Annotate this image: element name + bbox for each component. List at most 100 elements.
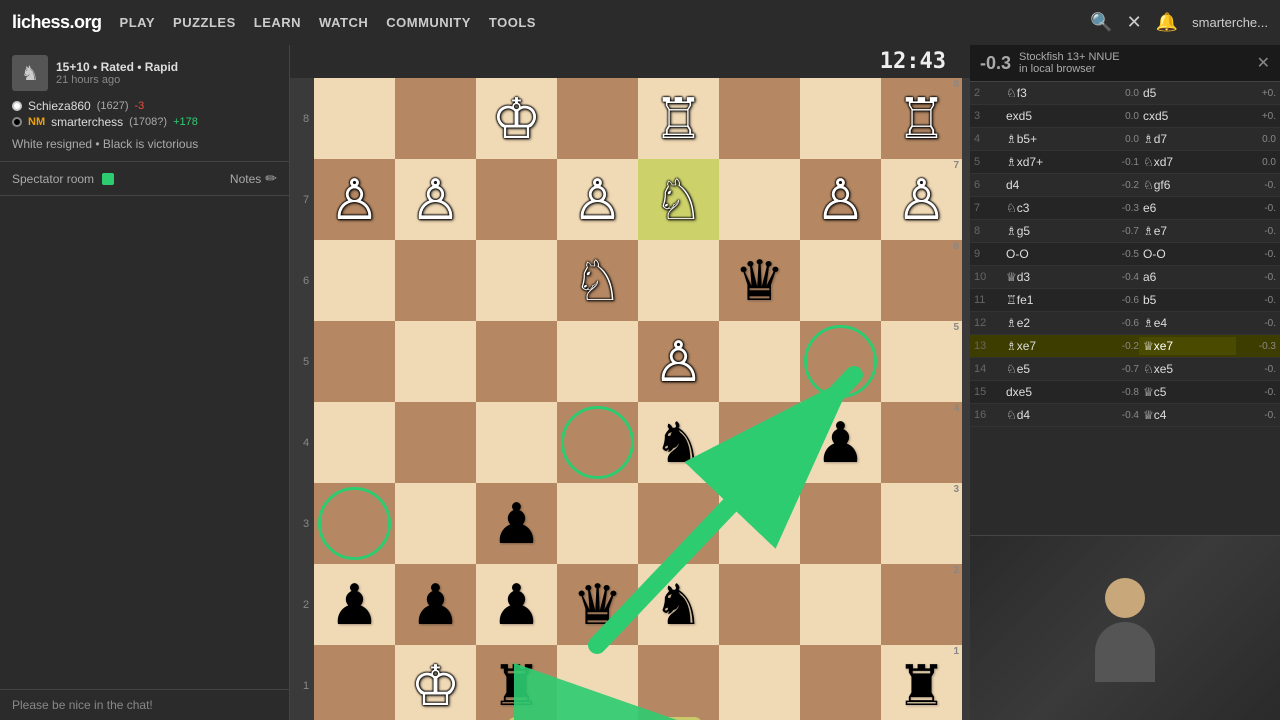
board-cell[interactable]: 1♜: [881, 645, 962, 720]
white-move[interactable]: ♗e2: [1002, 314, 1099, 332]
board-cell[interactable]: ♜: [476, 645, 557, 720]
board-cell[interactable]: [395, 402, 476, 483]
white-move[interactable]: ♕d3: [1002, 268, 1099, 286]
board-cell[interactable]: ♛: [719, 240, 800, 321]
board-cell[interactable]: [314, 321, 395, 402]
board-cell[interactable]: 7♙: [881, 159, 962, 240]
white-move[interactable]: ♖fe1: [1002, 291, 1099, 309]
black-move[interactable]: e6: [1139, 199, 1236, 217]
close-icon[interactable]: ✕: [1127, 12, 1142, 33]
white-move[interactable]: ♗xd7+: [1002, 153, 1099, 171]
board-cell[interactable]: [476, 240, 557, 321]
board-cell[interactable]: ♟: [476, 564, 557, 645]
board-cell[interactable]: [314, 402, 395, 483]
engine-close-button[interactable]: ✕: [1257, 53, 1270, 73]
board-cell[interactable]: [800, 483, 881, 564]
board-cell[interactable]: ♘: [557, 240, 638, 321]
board-cell[interactable]: ♔: [476, 78, 557, 159]
board-cell[interactable]: [314, 645, 395, 720]
board-cell[interactable]: ♙: [800, 159, 881, 240]
board-cell[interactable]: [557, 78, 638, 159]
white-move[interactable]: ♗b5+: [1002, 130, 1099, 148]
search-icon[interactable]: 🔍: [1090, 12, 1112, 33]
black-move[interactable]: cxd5: [1139, 107, 1236, 125]
board-cell[interactable]: ♙: [314, 159, 395, 240]
black-move[interactable]: ♘gf6: [1139, 176, 1236, 194]
board-cell[interactable]: ♙: [557, 159, 638, 240]
board-cell[interactable]: [395, 240, 476, 321]
black-move[interactable]: ♗e7: [1139, 222, 1236, 240]
player-black-name[interactable]: smarterchess: [51, 115, 123, 129]
chess-board[interactable]: ♔♖8♖♙♙♙♘♙7♙♘♛6♙5♞♟4♟3♟♟♟♛♞2♔♜1♜: [314, 78, 962, 720]
black-move[interactable]: ♕c4: [1139, 406, 1236, 424]
board-cell[interactable]: ♟: [395, 564, 476, 645]
black-move[interactable]: ♘xe5: [1139, 360, 1236, 378]
nav-play[interactable]: PLAY: [120, 15, 155, 30]
black-move[interactable]: ♕xe7: [1139, 337, 1236, 355]
black-move[interactable]: ♗d7: [1139, 130, 1236, 148]
board-cell[interactable]: [800, 321, 881, 402]
board-cell[interactable]: ♞: [638, 564, 719, 645]
white-move[interactable]: exd5: [1002, 107, 1099, 125]
board-cell[interactable]: [719, 483, 800, 564]
board-cell[interactable]: ♟: [800, 402, 881, 483]
board-cell[interactable]: [314, 240, 395, 321]
board-cell[interactable]: [719, 645, 800, 720]
board-cell[interactable]: [395, 483, 476, 564]
board-cell[interactable]: [719, 321, 800, 402]
board-cell[interactable]: ♟: [476, 483, 557, 564]
board-cell[interactable]: [800, 240, 881, 321]
board-cell[interactable]: [476, 402, 557, 483]
board-cell[interactable]: ♔: [395, 645, 476, 720]
board-cell[interactable]: [719, 159, 800, 240]
white-move[interactable]: dxe5: [1002, 383, 1099, 401]
white-move[interactable]: ♘e5: [1002, 360, 1099, 378]
notes-button[interactable]: Notes ✏: [230, 170, 277, 187]
board-cell[interactable]: [638, 483, 719, 564]
site-logo[interactable]: lichess.org: [12, 12, 102, 33]
board-cell[interactable]: 5: [881, 321, 962, 402]
board-cell[interactable]: [557, 321, 638, 402]
board-cell[interactable]: ♞: [638, 402, 719, 483]
board-cell[interactable]: [395, 78, 476, 159]
board-cell[interactable]: ♘: [638, 159, 719, 240]
bell-icon[interactable]: 🔔: [1156, 12, 1178, 33]
nav-community[interactable]: COMMUNITY: [386, 15, 471, 30]
board-cell[interactable]: 4: [881, 402, 962, 483]
board-cell[interactable]: [800, 645, 881, 720]
board-cell[interactable]: ♙: [395, 159, 476, 240]
white-move[interactable]: ♘f3: [1002, 84, 1099, 102]
username[interactable]: smarterche...: [1192, 15, 1268, 30]
white-move[interactable]: ♗g5: [1002, 222, 1099, 240]
white-move[interactable]: ♗xe7: [1002, 337, 1099, 355]
black-move[interactable]: ♕c5: [1139, 383, 1236, 401]
nav-learn[interactable]: LEARN: [254, 15, 301, 30]
white-move[interactable]: O-O: [1002, 245, 1099, 263]
board-cell[interactable]: [476, 321, 557, 402]
black-move[interactable]: ♘xd7: [1139, 153, 1236, 171]
board-cell[interactable]: [719, 564, 800, 645]
board-cell[interactable]: 8♖: [881, 78, 962, 159]
board-cell[interactable]: [800, 78, 881, 159]
board-cell[interactable]: [476, 159, 557, 240]
board-cell[interactable]: [638, 240, 719, 321]
board-cell[interactable]: [800, 564, 881, 645]
white-move[interactable]: d4: [1002, 176, 1099, 194]
board-cell[interactable]: 3: [881, 483, 962, 564]
board-cell[interactable]: [719, 402, 800, 483]
board-cell[interactable]: [557, 645, 638, 720]
player-white-name[interactable]: Schieza860: [28, 99, 91, 113]
white-move[interactable]: ♘c3: [1002, 199, 1099, 217]
board-cell[interactable]: ♖: [638, 78, 719, 159]
board-cell[interactable]: [557, 483, 638, 564]
black-move[interactable]: a6: [1139, 268, 1236, 286]
nav-tools[interactable]: TOOLS: [489, 15, 536, 30]
board-cell[interactable]: [314, 483, 395, 564]
black-move[interactable]: ♗e4: [1139, 314, 1236, 332]
board-cell[interactable]: ♛: [557, 564, 638, 645]
black-move[interactable]: b5: [1139, 291, 1236, 309]
board-cell[interactable]: ♙: [638, 321, 719, 402]
board-cell[interactable]: 2: [881, 564, 962, 645]
board-cell[interactable]: [314, 78, 395, 159]
nav-puzzles[interactable]: PUZZLES: [173, 15, 236, 30]
